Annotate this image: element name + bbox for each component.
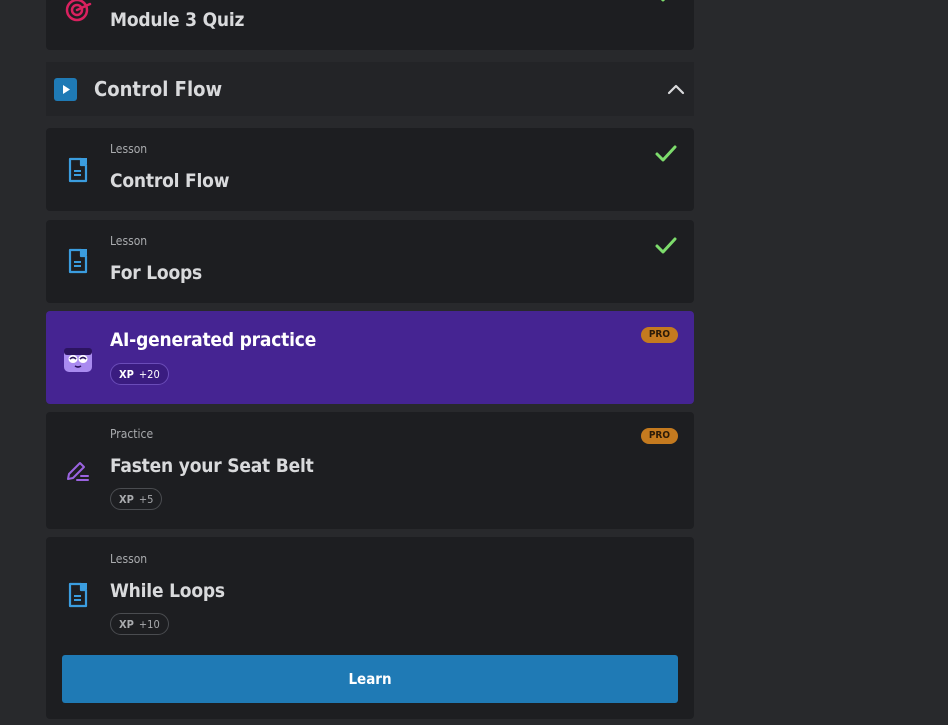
learn-button[interactable]: Learn: [62, 655, 678, 703]
xp-label: XP: [119, 492, 134, 506]
item-kind: Lesson: [110, 142, 148, 156]
lesson-card-control-flow[interactable]: Lesson Control Flow: [46, 128, 694, 211]
course-page: Module 3 Quiz Control Flow Lesson Contro…: [0, 0, 948, 725]
lesson-card-while-loops[interactable]: Lesson While Loops XP +10 Learn: [46, 537, 694, 719]
section-header-control-flow[interactable]: Control Flow: [46, 62, 694, 116]
item-title: While Loops: [110, 580, 225, 602]
item-title: Fasten your Seat Belt: [110, 455, 314, 477]
ai-mascot-icon: [64, 348, 92, 372]
check-icon: [655, 237, 677, 254]
play-icon: [54, 78, 77, 101]
pro-badge: PRO: [640, 327, 678, 343]
xp-label: XP: [119, 367, 134, 381]
xp-badge: XP +20: [110, 363, 169, 385]
item-kind: Practice: [110, 427, 154, 441]
check-icon: [655, 145, 677, 162]
section-title: Control Flow: [94, 77, 223, 101]
xp-value: +10: [138, 617, 160, 631]
lesson-card-for-loops[interactable]: Lesson For Loops: [46, 220, 694, 303]
quiz-card[interactable]: Module 3 Quiz: [46, 0, 694, 50]
xp-label: XP: [119, 617, 134, 631]
lesson-document-icon: [68, 582, 88, 608]
lesson-document-icon: [68, 248, 88, 274]
practice-pencil-icon: [67, 462, 89, 481]
xp-value: +5: [138, 492, 154, 506]
ai-practice-card[interactable]: AI-generated practice PRO XP +20: [46, 311, 694, 404]
lesson-document-icon: [68, 157, 88, 183]
item-kind: Lesson: [110, 234, 148, 248]
quiz-title: Module 3 Quiz: [110, 9, 245, 31]
chevron-up-icon[interactable]: [666, 80, 686, 100]
practice-card-fasten-seat-belt[interactable]: Practice Fasten your Seat Belt PRO XP +5: [46, 412, 694, 529]
item-kind: Lesson: [110, 552, 148, 566]
item-title: Control Flow: [110, 170, 230, 192]
xp-badge: XP +10: [110, 613, 169, 635]
check-icon: [660, 0, 666, 2]
xp-badge: XP +5: [110, 488, 163, 510]
item-title: AI-generated practice: [110, 329, 317, 351]
target-icon: [65, 0, 92, 22]
xp-value: +20: [138, 367, 160, 381]
item-title: For Loops: [110, 262, 203, 284]
pro-badge: PRO: [640, 428, 678, 444]
